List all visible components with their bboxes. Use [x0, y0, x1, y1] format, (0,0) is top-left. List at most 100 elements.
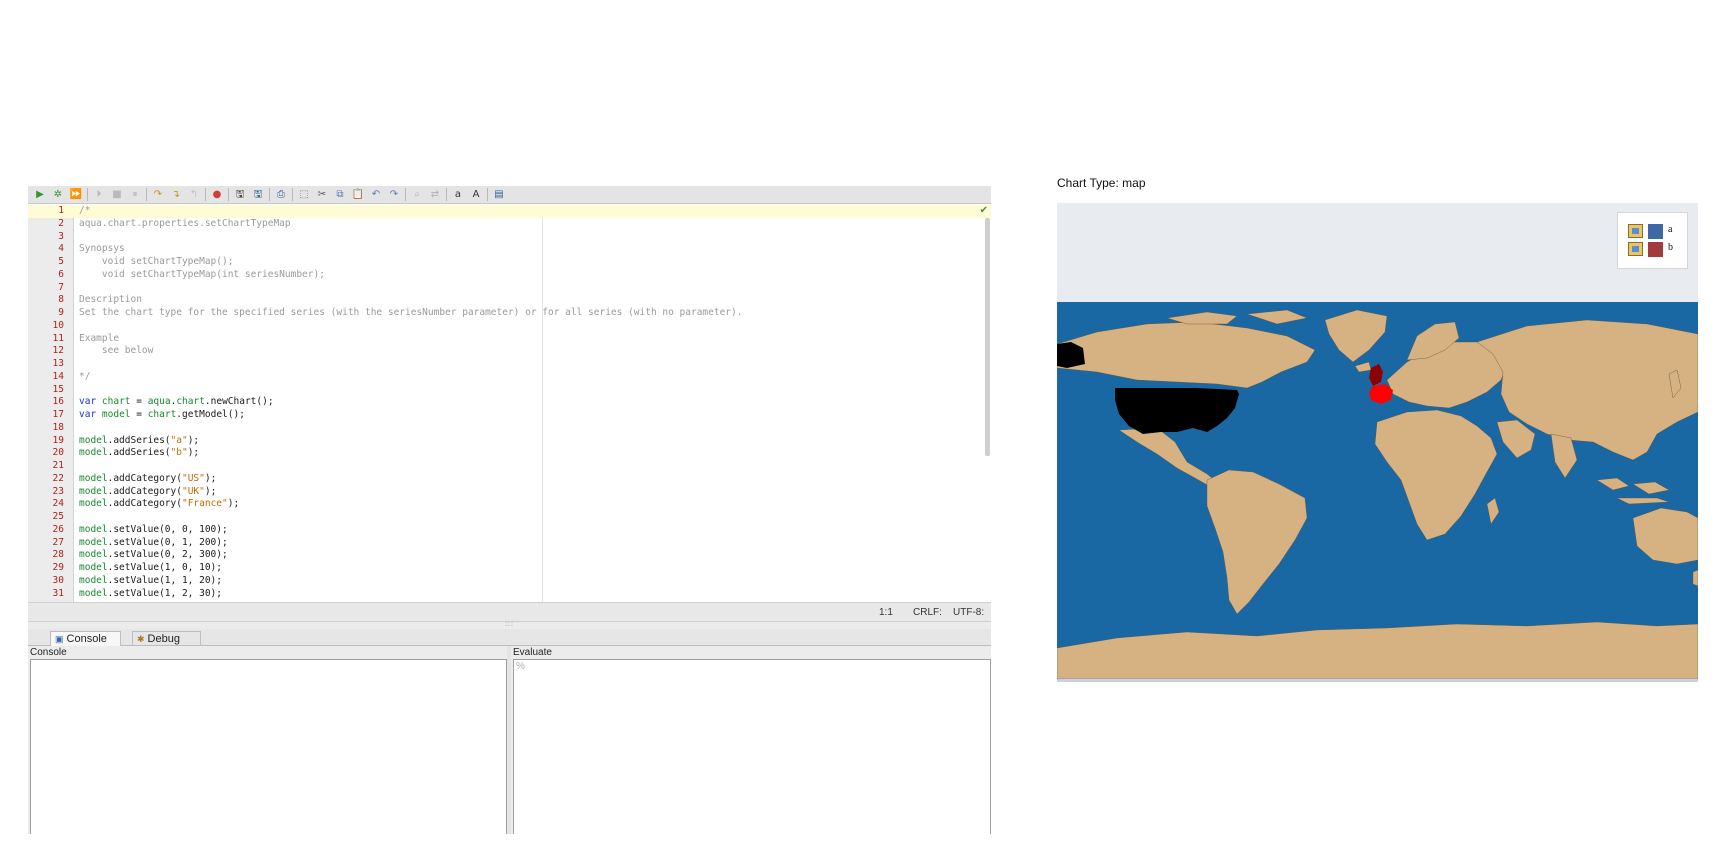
toolbar-separator — [446, 188, 447, 201]
code-line: 6 void setChartTypeMap(int seriesNumber)… — [28, 269, 991, 282]
code-line: 9 Set the chart type for the specified se… — [28, 307, 991, 320]
line-number: 21 — [52, 460, 64, 471]
toolbar-separator — [487, 188, 488, 201]
code-line: 24 model.addCategory("France"); — [28, 498, 991, 511]
toolbar-separator — [146, 188, 147, 201]
line-number: 24 — [52, 498, 64, 510]
code-line: 25 — [28, 511, 991, 524]
line-number: 16 — [52, 396, 64, 408]
legend-label-a: a — [1668, 224, 1673, 235]
code-text: Description — [79, 294, 142, 306]
script-editor: ▶ ✲ ⏩ ⏵ ■ ⏸ ↷ ↴ ↰ ● 🖫 🖫 ⎙ ⬚ ✂ ⧉ 📋 ↶ ↷ ⌕ ⇄ a A ▤ 1 /* 2 aqua.chart.… — [28, 186, 991, 834]
outline-icon[interactable]: ▤ — [492, 188, 506, 202]
tab-debug-label: Debug — [147, 632, 180, 645]
code-line: 31 model.setValue(1, 2, 30); — [28, 588, 991, 601]
line-number: 14 — [52, 370, 64, 382]
code-line: 18 — [28, 422, 991, 435]
line-number: 22 — [52, 472, 64, 484]
font-larger-icon[interactable]: A — [469, 188, 483, 202]
code-line: 12 see below — [28, 345, 991, 358]
paste-icon[interactable]: 📋 — [351, 188, 365, 202]
tab-console[interactable]: ▣ Console — [50, 631, 121, 646]
debug-icon[interactable]: ✲ — [51, 188, 65, 202]
save-icon[interactable]: 🖫 — [233, 188, 247, 202]
toolbar-separator — [269, 188, 270, 201]
code-text: model.setValue(1, 1, 20); — [79, 574, 222, 586]
line-number: 10 — [52, 319, 64, 331]
vertical-scrollbar[interactable] — [985, 218, 990, 456]
code-text: /* — [79, 205, 91, 216]
line-ending[interactable]: CRLF: — [913, 607, 942, 618]
line-number: 23 — [52, 485, 64, 497]
line-number: 9 — [58, 307, 64, 318]
run-icon[interactable]: ▶ — [33, 188, 47, 202]
check-icon: ✔ — [979, 205, 988, 216]
code-text: model.setValue(1, 2, 30); — [79, 587, 222, 599]
code-line: 10 — [28, 320, 991, 333]
editor-status-bar: 1:1 CRLF: UTF-8: — [28, 602, 991, 622]
debug-icon: ✱ — [137, 633, 145, 644]
evaluate-label: Evaluate — [513, 647, 552, 658]
line-number: 4 — [58, 243, 64, 255]
step-over-icon[interactable]: ↷ — [151, 188, 165, 202]
line-number: 1 — [58, 205, 64, 216]
code-line: 30 model.setValue(1, 1, 20); — [28, 575, 991, 588]
line-number: 2 — [58, 217, 64, 229]
toolbar-separator — [405, 188, 406, 201]
breakpoint-icon[interactable]: ● — [210, 188, 224, 202]
redo-icon[interactable]: ↷ — [387, 188, 401, 202]
run-all-icon[interactable]: ⏩ — [69, 188, 83, 202]
replace-icon[interactable]: ⇄ — [428, 188, 442, 202]
code-line: 14 */ — [28, 371, 991, 384]
legend-swatch-b — [1648, 242, 1663, 257]
legend-item-a: a — [1628, 224, 1683, 239]
line-number: 18 — [52, 421, 64, 433]
pause-icon[interactable]: ⏸ — [128, 188, 142, 202]
line-number: 25 — [52, 511, 64, 522]
line-number: 26 — [52, 523, 64, 535]
code-text: void setChartTypeMap(int seriesNumber); — [79, 268, 325, 280]
undo-icon[interactable]: ↶ — [369, 188, 383, 202]
world-map — [1057, 302, 1698, 679]
console-output[interactable] — [30, 659, 507, 834]
horizontal-splitter[interactable]: ::: — [28, 621, 991, 629]
step-icon[interactable]: ⏵ — [92, 188, 106, 202]
code-text: model.setValue(0, 2, 300); — [79, 549, 228, 561]
find-icon[interactable]: ⌕ — [410, 188, 424, 202]
code-line: 17 var model = chart.getModel(); — [28, 409, 991, 422]
code-line: 16 var chart = aqua.chart.newChart(); — [28, 396, 991, 409]
code-area[interactable]: 1 /* 2 aqua.chart.properties.setChartTypeMa… — [28, 205, 991, 602]
line-number: 17 — [52, 409, 64, 420]
toolbar-separator — [87, 188, 88, 201]
code-line: 28 model.setValue(0, 2, 300); — [28, 549, 991, 562]
line-number: 13 — [52, 358, 64, 369]
tab-debug[interactable]: ✱ Debug — [132, 631, 201, 646]
chart-icon — [1628, 224, 1643, 238]
code-line: 5 void setChartTypeMap(); — [28, 256, 991, 269]
line-number: 28 — [52, 549, 64, 561]
code-text: var model = chart.getModel(); — [79, 409, 245, 420]
save-as-icon[interactable]: 🖫 — [251, 188, 265, 202]
code-line: 22 model.addCategory("US"); — [28, 473, 991, 486]
code-line: 11 Example — [28, 333, 991, 346]
print-icon[interactable]: ⎙ — [274, 188, 288, 202]
stop-icon[interactable]: ■ — [110, 188, 124, 202]
line-number: 31 — [52, 587, 64, 599]
step-into-icon[interactable]: ↴ — [169, 188, 183, 202]
code-line: 15 — [28, 384, 991, 397]
code-text: Set the chart type for the specified ser… — [79, 307, 743, 318]
copy-icon[interactable]: ⧉ — [333, 188, 347, 202]
toolbar-separator — [205, 188, 206, 201]
evaluate-input[interactable]: % — [513, 659, 991, 834]
font-smaller-icon[interactable]: a — [451, 188, 465, 202]
legend-item-b: b — [1628, 242, 1683, 257]
code-line: 20 model.addSeries("b"); — [28, 447, 991, 460]
step-out-icon[interactable]: ↰ — [187, 188, 201, 202]
cut-icon[interactable]: ✂ — [315, 188, 329, 202]
code-lines: 1 /* 2 aqua.chart.properties.setChartTypeMa… — [28, 205, 991, 600]
encoding[interactable]: UTF-8: — [953, 607, 984, 618]
select-all-icon[interactable]: ⬚ — [297, 188, 311, 202]
code-text: aqua.chart.properties.setChartTypeMap — [79, 217, 291, 229]
code-line: 7 — [28, 282, 991, 295]
evaluate-pane: Evaluate % — [511, 646, 991, 834]
